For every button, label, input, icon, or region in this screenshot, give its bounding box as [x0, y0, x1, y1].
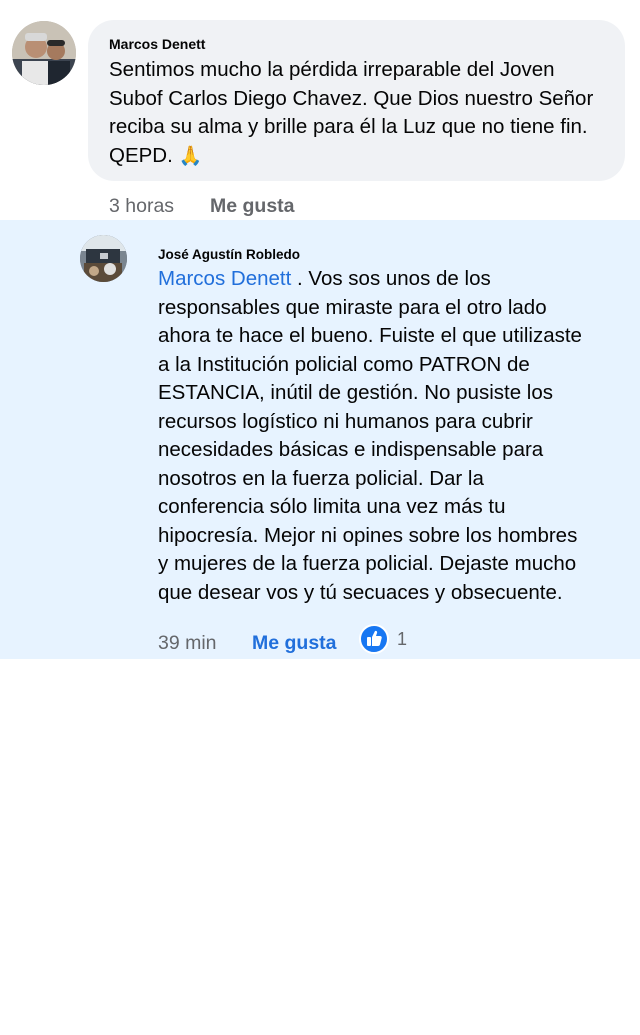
reply-author[interactable]: José Agustín Robledo	[158, 247, 300, 262]
reaction-summary[interactable]: 1	[359, 624, 407, 654]
like-thumb-icon	[359, 624, 389, 654]
reply-text: Marcos Denett . Vos sos unos de los resp…	[158, 265, 628, 607]
mention-link[interactable]: Marcos Denett	[158, 267, 291, 290]
comment-author[interactable]: Marcos Denett	[109, 36, 205, 52]
reply-timestamp[interactable]: 39 min	[158, 632, 217, 655]
reaction-count: 1	[397, 628, 408, 649]
reply-like-button[interactable]: Me gusta	[252, 632, 337, 655]
praying-hands-icon: 🙏	[178, 144, 203, 167]
reply-avatar[interactable]	[80, 235, 127, 282]
comment-like-button[interactable]: Me gusta	[210, 195, 295, 218]
profile-photo-icon	[80, 235, 127, 282]
comment-text: Sentimos mucho la pérdida irreparable de…	[109, 56, 619, 170]
profile-photo-icon	[12, 21, 76, 85]
comment-timestamp[interactable]: 3 horas	[109, 195, 174, 218]
reply-text-body: . Vos sos unos de los responsables que m…	[158, 267, 582, 604]
avatar[interactable]	[12, 21, 76, 85]
